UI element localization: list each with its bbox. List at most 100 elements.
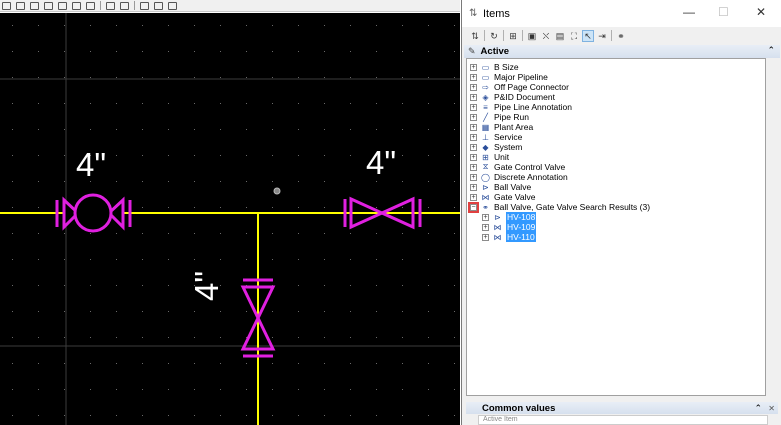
- tree-item[interactable]: + ⋈ Gate Valve: [470, 192, 535, 202]
- panel-titlebar[interactable]: ⇅ Items — ☐ ✕: [462, 0, 781, 27]
- maximize-button[interactable]: ☐: [718, 5, 729, 19]
- gate-valve-icon: ⋈: [493, 222, 502, 232]
- expand-icon[interactable]: +: [470, 133, 477, 141]
- binoculars-icon[interactable]: ⚭: [616, 31, 626, 41]
- delete-filter-icon[interactable]: ⛌: [541, 31, 551, 41]
- tree-item[interactable]: + ▭ B Size: [470, 62, 519, 72]
- expand-icon[interactable]: +: [482, 213, 489, 221]
- tree-item[interactable]: + ▭ Major Pipeline: [470, 72, 548, 82]
- items-icon: ⇅: [469, 8, 478, 19]
- layer-icon[interactable]: [120, 1, 129, 10]
- tree-item-label: Pipe Line Annotation: [494, 102, 572, 112]
- tree-item[interactable]: + ⊞ Unit: [470, 152, 509, 162]
- panel-toolbar: ⇅ ↻ ⊞ ▣ ⛌ ▤ ⛶ ↖ ⇥ ⚭: [462, 27, 781, 44]
- zoom-out-icon[interactable]: [30, 1, 39, 10]
- search-filter-icon[interactable]: ⛶: [569, 31, 579, 41]
- fit-icon[interactable]: [58, 1, 67, 10]
- tree-item-label: HV-110: [506, 232, 536, 242]
- properties-icon[interactable]: ▤: [555, 31, 565, 41]
- refresh-icon[interactable]: ↻: [489, 31, 499, 41]
- tree-item-label: Gate Valve: [494, 192, 536, 202]
- tree-item[interactable]: + ⧖ Gate Control Valve: [470, 162, 565, 172]
- grid-view-icon[interactable]: ⊞: [508, 31, 518, 41]
- measure-icon[interactable]: [140, 1, 149, 10]
- expand-icon[interactable]: +: [470, 63, 477, 71]
- expand-icon[interactable]: +: [470, 163, 477, 171]
- expand-icon[interactable]: +: [470, 123, 477, 131]
- expand-icon[interactable]: +: [470, 83, 477, 91]
- expand-icon[interactable]: +: [470, 153, 477, 161]
- tree-item[interactable]: + ⇨ Off Page Connector: [470, 82, 569, 92]
- expand-icon[interactable]: +: [470, 143, 477, 151]
- gate-valve-icon: ⋈: [493, 232, 502, 242]
- toolbar-separator: [522, 30, 523, 41]
- sheet-icon: ▭: [481, 62, 490, 72]
- tree-child-item[interactable]: + ⋈ HV-110: [482, 232, 536, 242]
- tree-item[interactable]: + ◈ P&ID Document: [470, 92, 555, 102]
- view-icon[interactable]: [106, 1, 115, 10]
- size-label-ball-valve: 4": [76, 146, 107, 183]
- collapse-icon[interactable]: ⌃: [754, 403, 762, 414]
- zoom-area-icon[interactable]: [44, 1, 53, 10]
- tree-item-label: Ball Valve: [494, 182, 532, 192]
- link-icon[interactable]: [168, 1, 177, 10]
- pin-icon[interactable]: ✕: [768, 404, 775, 413]
- pipe-run-icon: ╱: [483, 112, 488, 122]
- navigate-icon[interactable]: ⇥: [597, 31, 607, 41]
- sort-icon[interactable]: ⇅: [470, 31, 480, 41]
- refresh-icon[interactable]: [86, 1, 95, 10]
- binoculars-icon: ⚭: [482, 202, 489, 212]
- tree-item[interactable]: + ◆ System: [470, 142, 522, 152]
- expand-icon[interactable]: +: [470, 183, 477, 191]
- expand-icon[interactable]: +: [482, 223, 489, 231]
- toolbar-separator: [611, 30, 612, 41]
- expand-icon[interactable]: +: [470, 173, 477, 181]
- expand-icon[interactable]: +: [470, 193, 477, 201]
- items-panel: ⇅ Items — ☐ ✕ ⇅ ↻ ⊞ ▣ ⛌ ▤ ⛶ ↖ ⇥ ⚭ ✎ Acti…: [461, 0, 781, 425]
- common-values-row: Active Item: [478, 415, 768, 425]
- size-label-gate-valve: 4": [366, 144, 397, 181]
- cursor-point: [273, 187, 281, 195]
- expand-icon[interactable]: +: [470, 103, 477, 111]
- collapse-icon[interactable]: −: [468, 201, 479, 213]
- drawing-canvas[interactable]: 4" 4" 4": [0, 13, 460, 425]
- filter-icon[interactable]: ▣: [527, 31, 537, 41]
- pipeline-icon: ▭: [481, 72, 490, 82]
- expand-icon[interactable]: +: [470, 93, 477, 101]
- close-button[interactable]: ✕: [756, 5, 766, 19]
- tree-item-search-results[interactable]: − ⚭ Ball Valve, Gate Valve Search Result…: [468, 201, 650, 213]
- system-icon: ◆: [482, 142, 489, 152]
- tree-item-label: Service: [494, 132, 523, 142]
- tree-item[interactable]: + ╱ Pipe Run: [470, 112, 529, 122]
- pointer-icon[interactable]: ↖: [582, 29, 594, 42]
- gate-valve-icon: ⋈: [481, 192, 490, 202]
- expand-icon[interactable]: +: [470, 73, 477, 81]
- select-tool-icon[interactable]: [2, 1, 11, 10]
- minimize-button[interactable]: —: [683, 5, 695, 19]
- expand-icon[interactable]: +: [470, 113, 477, 121]
- common-values-label: Common values: [482, 402, 556, 414]
- control-valve-icon: ⧖: [482, 162, 489, 171]
- tree-item[interactable]: + ⊳ Ball Valve: [470, 182, 531, 192]
- tree-item-label: P&ID Document: [494, 92, 555, 102]
- tree-item[interactable]: + ≡ Pipe Line Annotation: [470, 102, 572, 112]
- ball-valve-icon: ⊳: [482, 182, 489, 192]
- tree-item-label: Discrete Annotation: [494, 172, 568, 182]
- active-section-header[interactable]: ✎ Active ⌃: [464, 45, 780, 58]
- pan-icon[interactable]: [72, 1, 81, 10]
- drawing-svg: [0, 13, 460, 425]
- tree-item[interactable]: + ▦ Plant Area: [470, 122, 533, 132]
- zoom-in-icon[interactable]: [16, 1, 25, 10]
- expand-icon[interactable]: +: [482, 233, 489, 241]
- document-icon: ◈: [482, 92, 489, 102]
- tree-item[interactable]: + ◯ Discrete Annotation: [470, 172, 568, 182]
- active-header-label: Active: [480, 46, 510, 57]
- find-icon[interactable]: [154, 1, 163, 10]
- tree-item[interactable]: + ⊥ Service: [470, 132, 522, 142]
- tree-scrollbar[interactable]: [767, 58, 780, 396]
- tree-child-item[interactable]: + ⋈ HV-109: [482, 222, 537, 232]
- tree-child-item[interactable]: + ⊳ HV-108: [482, 212, 537, 222]
- common-values-header[interactable]: Common values ⌃ ✕: [466, 402, 778, 414]
- ball-valve-icon: ⊳: [494, 212, 501, 222]
- collapse-icon[interactable]: ⌃: [767, 45, 775, 56]
